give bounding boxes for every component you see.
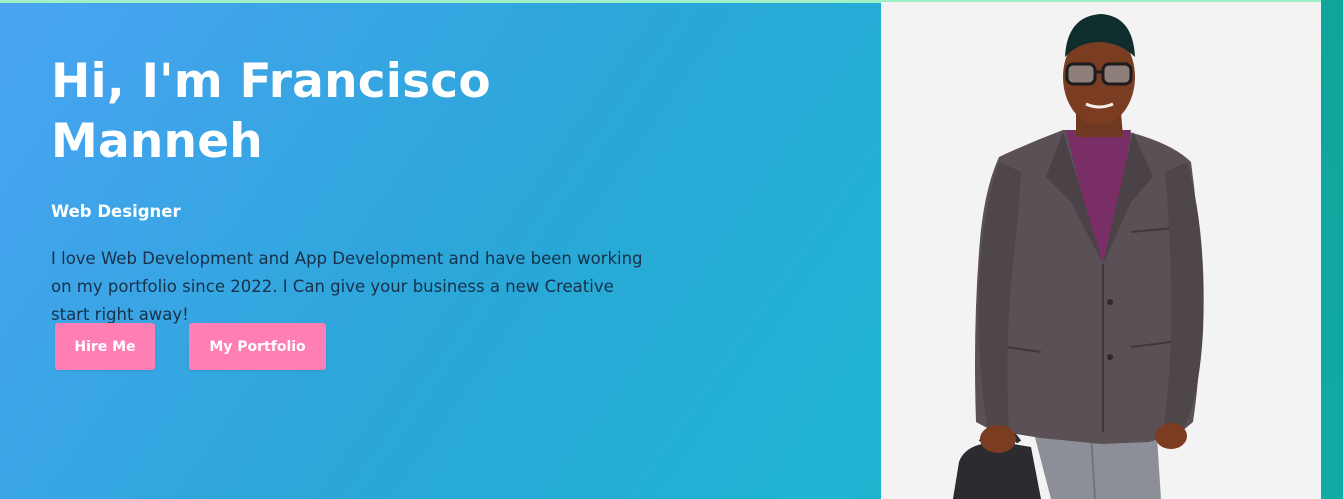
person-illustration	[953, 14, 1204, 499]
hire-me-button[interactable]: Hire Me	[55, 323, 155, 370]
hero-description: I love Web Development and App Developme…	[51, 249, 643, 324]
profile-photo	[881, 2, 1321, 499]
hero-role: Web Designer	[51, 202, 181, 221]
hero-section: Hi, I'm Francisco Manneh Web Designer I …	[0, 0, 1343, 499]
hero-intro: Hi, I'm Francisco Manneh Web Designer I …	[51, 52, 661, 329]
my-portfolio-button[interactable]: My Portfolio	[189, 323, 326, 370]
right-accent-strip	[1321, 0, 1343, 499]
hero-headline: Hi, I'm Francisco Manneh	[51, 54, 491, 169]
